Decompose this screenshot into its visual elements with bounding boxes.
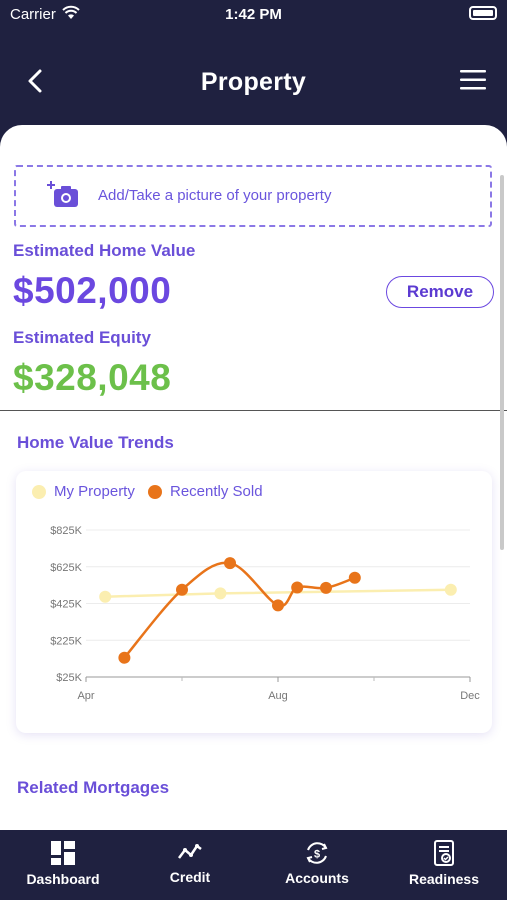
tab-credit[interactable]: Credit (127, 830, 253, 900)
home-value-trends-title: Home Value Trends (17, 433, 174, 452)
scrollbar[interactable] (500, 175, 504, 550)
hamburger-menu-icon[interactable] (459, 66, 487, 94)
estimated-equity-label: Estimated Equity (13, 328, 151, 347)
checklist-doc-icon (434, 840, 454, 866)
add-photo-dropzone[interactable]: Add/Take a picture of your property (14, 165, 492, 227)
y-tick-label: $425K (50, 599, 82, 611)
estimated-home-value-label: Estimated Home Value (13, 241, 196, 260)
add-photo-label: Add/Take a picture of your property (98, 187, 332, 204)
status-bar: Carrier 1:42 PM (0, 0, 507, 30)
data-point-recently-sold (176, 583, 188, 596)
series-line-recently-sold (123, 561, 356, 659)
data-point-recently-sold (272, 599, 284, 612)
add-camera-icon (47, 181, 78, 207)
dashboard-icon (51, 841, 75, 865)
data-point-my-property (444, 583, 457, 596)
data-point-recently-sold (320, 581, 332, 594)
tab-accounts[interactable]: $ Accounts (254, 830, 380, 900)
y-tick-label: $825K (50, 525, 82, 537)
data-point-my-property (99, 590, 112, 603)
dollar-cycle-icon: $ (306, 842, 328, 864)
data-point-recently-sold (224, 557, 236, 570)
data-point-my-property (214, 587, 227, 600)
home-value-chart-card: My Property Recently Sold $825K $625K $425… (16, 471, 492, 733)
tab-label-credit: Credit (169, 869, 211, 885)
divider (0, 410, 507, 411)
x-tick-label: Aug (268, 690, 288, 702)
bottom-tab-bar: Dashboard Credit $ Accounts Readiness (0, 830, 507, 900)
trend-line-icon (178, 844, 202, 859)
tab-readiness[interactable]: Readiness (381, 830, 507, 900)
tab-dashboard[interactable]: Dashboard (0, 830, 126, 900)
status-time: 1:42 PM (225, 6, 282, 23)
data-point-recently-sold (291, 581, 304, 594)
estimated-home-value: $502,000 (13, 270, 172, 311)
series-line-my-property (105, 588, 451, 598)
estimated-equity-value: $328,048 (13, 357, 172, 398)
content-sheet: Add/Take a picture of your property Esti… (0, 125, 507, 830)
data-point-recently-sold (348, 571, 361, 584)
page-title: Property (200, 68, 307, 96)
home-value-line-chart: $825K $625K $425K $225K $25K Apr Aug Dec (50, 525, 480, 702)
battery-icon (469, 6, 497, 20)
tab-label-readiness: Readiness (408, 871, 480, 887)
y-tick-label: $225K (50, 635, 82, 647)
data-point-recently-sold (118, 651, 131, 664)
svg-text:$: $ (314, 849, 320, 861)
x-tick-label: Dec (460, 690, 480, 702)
y-tick-label: $625K (50, 562, 82, 574)
remove-button[interactable]: Remove (386, 276, 494, 308)
tab-label-dashboard: Dashboard (26, 871, 100, 887)
x-tick-label: Apr (77, 690, 94, 702)
y-tick-label: $25K (56, 672, 82, 684)
tab-label-accounts: Accounts (285, 870, 349, 886)
nav-bar: Property (0, 50, 507, 120)
related-mortgages-title: Related Mortgages (17, 778, 170, 797)
